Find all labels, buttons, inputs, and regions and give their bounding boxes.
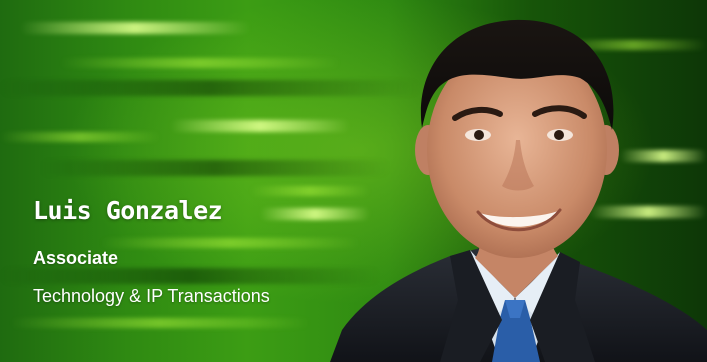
practice-area: Technology & IP Transactions: [33, 286, 270, 306]
person-photo-icon: [330, 19, 707, 362]
person-name: Luis Gonzalez: [33, 196, 223, 225]
profile-banner: Luis Gonzalez Associate Technology & IP …: [0, 0, 707, 362]
person-position: Associate: [33, 248, 119, 268]
